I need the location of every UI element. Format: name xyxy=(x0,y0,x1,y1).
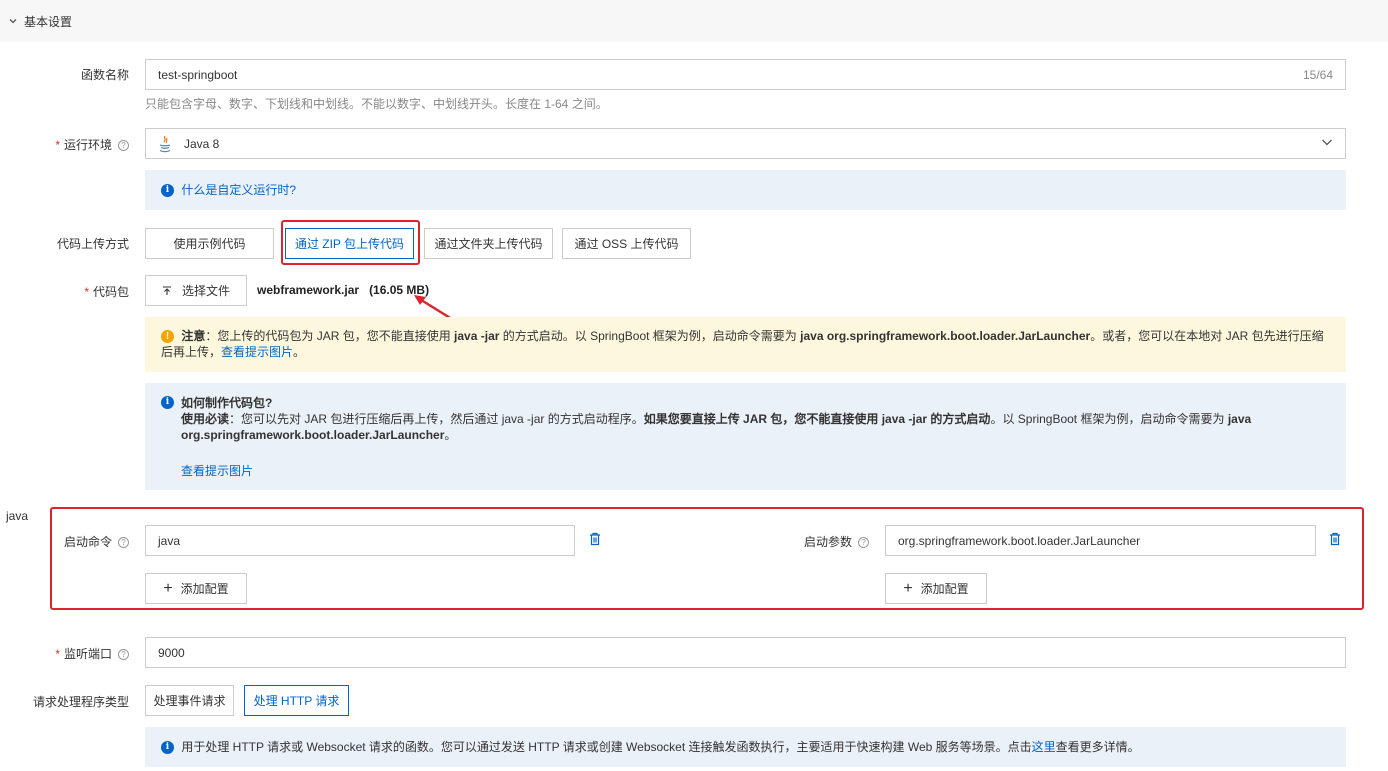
startup-command-input[interactable]: java xyxy=(145,525,575,556)
listen-port-input[interactable]: 9000 xyxy=(145,637,1346,668)
upload-icon xyxy=(162,285,172,296)
section-title: 基本设置 xyxy=(24,14,73,29)
annotation-highlight-box xyxy=(281,220,420,265)
help-icon[interactable]: ? xyxy=(118,649,129,661)
choose-file-label: 选择文件 xyxy=(181,284,230,298)
startup-command-value: java xyxy=(158,533,181,548)
trash-icon[interactable] xyxy=(1328,532,1342,546)
upload-oss-button[interactable]: 通过 OSS 上传代码 xyxy=(562,228,691,259)
upload-sample-code-button[interactable]: 使用示例代码 xyxy=(145,228,274,259)
more-details-link[interactable]: 这里 xyxy=(1032,740,1056,754)
trash-icon[interactable] xyxy=(588,532,602,546)
side-label: java xyxy=(6,509,29,523)
function-name-input[interactable]: test-springboot 15/64 xyxy=(145,59,1346,90)
plus-icon: + xyxy=(163,579,173,597)
startup-params-label: 启动参数? xyxy=(780,533,869,550)
choose-file-button[interactable]: 选择文件 xyxy=(145,275,247,306)
http-handler-button[interactable]: 处理 HTTP 请求 xyxy=(244,685,349,716)
required-mark: * xyxy=(55,138,60,152)
listen-port-label: * 监听端口? xyxy=(0,645,129,662)
chevron-down-icon xyxy=(6,14,20,28)
runtime-label: * 运行环境? xyxy=(0,136,129,153)
code-package-label: * 代码包 xyxy=(84,285,129,299)
how-to-package-info: i 如何制作代码包? 使用必读：您可以先对 JAR 包进行压缩后再上传，然后通过… xyxy=(145,383,1346,490)
function-name-value: test-springboot xyxy=(158,67,238,82)
warning-icon: ! xyxy=(161,330,174,344)
plus-icon: + xyxy=(903,579,913,597)
annotation-highlight-box xyxy=(50,507,1364,610)
startup-params-input[interactable]: org.springframework.boot.loader.JarLaunc… xyxy=(885,525,1316,556)
http-handler-info: i 用于处理 HTTP 请求或 Websocket 请求的函数。您可以通过发送 … xyxy=(145,727,1346,767)
info-icon: i xyxy=(161,396,174,409)
help-icon[interactable]: ? xyxy=(858,537,869,549)
view-tip-image-link[interactable]: 查看提示图片 xyxy=(221,345,293,359)
info-icon: i xyxy=(161,741,174,755)
view-tip-image-link[interactable]: 查看提示图片 xyxy=(181,464,253,478)
char-count: 15/64 xyxy=(1302,67,1333,82)
custom-runtime-link[interactable]: 什么是自定义运行时? xyxy=(181,183,296,197)
runtime-select[interactable]: Java 8 xyxy=(145,128,1346,159)
jar-warning-box: ! 注意：您上传的代码包为 JAR 包，您不能直接使用 java -jar 的方… xyxy=(145,317,1346,372)
handler-type-label: 请求处理程序类型 xyxy=(32,695,129,709)
function-name-label: 函数名称 xyxy=(80,68,129,82)
startup-command-label: 启动命令? xyxy=(0,533,129,550)
runtime-value: Java 8 xyxy=(184,136,220,151)
help-icon[interactable]: ? xyxy=(118,140,129,152)
uploaded-file-info: webframework.jar (16.05 MB) xyxy=(257,283,429,297)
java-icon xyxy=(158,135,172,153)
event-handler-button[interactable]: 处理事件请求 xyxy=(145,685,234,716)
section-header-basic-settings[interactable]: 基本设置 xyxy=(0,0,1388,42)
info-icon: i xyxy=(161,184,174,198)
function-name-hint: 只能包含字母、数字、下划线和中划线。不能以数字、中划线开头。长度在 1-64 之… xyxy=(145,97,608,111)
custom-runtime-info: i 什么是自定义运行时? xyxy=(145,170,1346,210)
help-icon[interactable]: ? xyxy=(118,537,129,549)
upload-folder-button[interactable]: 通过文件夹上传代码 xyxy=(424,228,553,259)
listen-port-value: 9000 xyxy=(158,645,185,660)
add-params-config-button[interactable]: + 添加配置 xyxy=(885,573,987,604)
startup-params-value: org.springframework.boot.loader.JarLaunc… xyxy=(898,533,1141,548)
how-to-title: 如何制作代码包? xyxy=(181,396,273,410)
chevron-down-icon xyxy=(1321,136,1333,151)
file-name: webframework.jar xyxy=(257,283,360,297)
add-command-config-button[interactable]: + 添加配置 xyxy=(145,573,247,604)
upload-method-label: 代码上传方式 xyxy=(56,237,129,251)
